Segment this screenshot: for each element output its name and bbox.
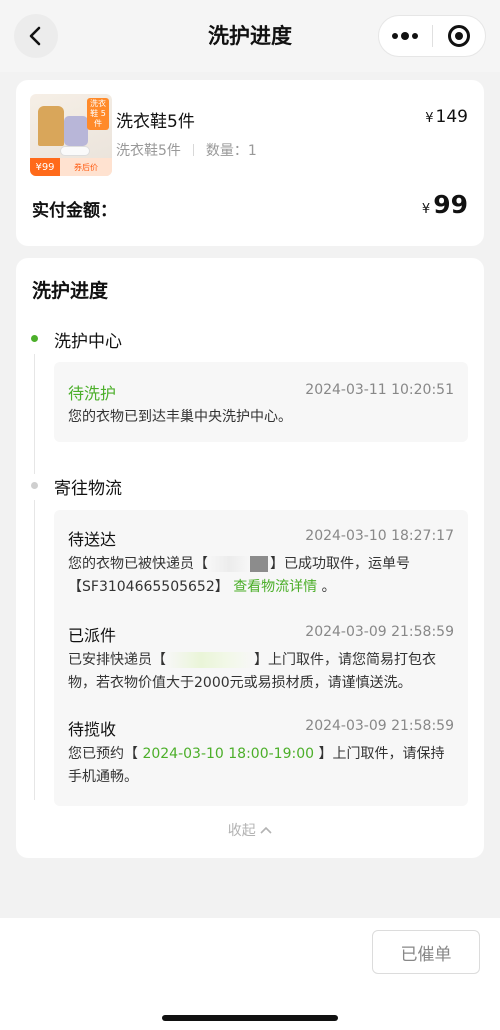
stage-dot-active: [31, 335, 38, 342]
redacted-name: [208, 556, 250, 572]
timeline-line: [34, 500, 35, 800]
home-indicator: [162, 1015, 338, 1021]
section-title: 洗护进度: [32, 280, 109, 302]
event-description: 您已预约【 2024-03-10 18:00-19:00 】上门取件，请保持手机…: [68, 743, 448, 789]
stage-dot-inactive: [31, 482, 38, 489]
chevron-up-icon: [260, 826, 272, 834]
more-button[interactable]: [379, 16, 432, 56]
paid-amount-value: 99: [433, 190, 468, 219]
navigation-bar: 洗护进度: [0, 0, 500, 72]
currency-symbol: ¥: [421, 202, 431, 217]
product-meta: 洗衣鞋5件 数量：1: [116, 140, 257, 160]
desc-text: 您已预约【: [68, 746, 138, 762]
collapse-label: 收起: [227, 823, 256, 839]
product-price: ¥149: [425, 107, 468, 127]
redacted-block: [250, 556, 268, 572]
event-time: 2024-03-09 21:58:59: [305, 624, 454, 640]
product-spec: 洗衣鞋5件: [116, 143, 181, 159]
machine-illustration: [64, 116, 88, 146]
product-name: 洗衣鞋5件: [116, 112, 195, 132]
timeline-line: [34, 354, 35, 474]
event-card: 待洗护 2024-03-11 10:20:51 您的衣物已到达丰巢中央洗护中心。: [54, 362, 468, 442]
desc-text: 已安排快递员【: [68, 652, 166, 668]
collapse-button[interactable]: 收起: [16, 820, 484, 840]
paid-amount-label: 实付金额：: [32, 201, 117, 221]
target-circle-icon: [447, 25, 470, 47]
order-summary-card: 洗衣鞋 5件 ¥99 券后价 洗衣鞋5件 ¥149 洗衣鞋5件 数量：1 实付金…: [16, 80, 484, 246]
stage-label-care-center: 洗护中心: [54, 332, 122, 352]
thumbnail-coupon-label: 券后价: [60, 158, 112, 176]
product-thumbnail[interactable]: 洗衣鞋 5件 ¥99 券后价: [30, 94, 112, 176]
thumbnail-tag: 洗衣鞋 5件: [87, 98, 109, 130]
view-logistics-link[interactable]: 查看物流详情: [233, 579, 317, 595]
miniprogram-capsule: [378, 15, 486, 57]
stage-label-logistics: 寄往物流: [54, 479, 122, 499]
redacted-courier: [166, 652, 254, 668]
close-miniprogram-button[interactable]: [433, 16, 486, 56]
more-dots-icon: [392, 32, 419, 40]
event-group-card: 待送达 2024-03-10 18:27:17 您的衣物已被快递员【 】已成功取件…: [54, 510, 468, 806]
appointment-time: 2024-03-10 18:00-19:00: [142, 746, 315, 762]
event-status: 已派件: [68, 626, 117, 645]
event-time: 2024-03-09 21:58:59: [305, 718, 454, 734]
product-quantity: 数量：1: [205, 143, 257, 159]
paid-amount: ¥99: [422, 190, 468, 219]
thumbnail-price: ¥99: [30, 158, 60, 176]
event-description: 您的衣物已被快递员【 】已成功取件，运单号【SF3104665505652】 查看…: [68, 553, 448, 599]
urge-order-button[interactable]: 已催单: [372, 930, 480, 974]
currency-symbol: ¥: [425, 111, 434, 126]
event-description: 您的衣物已到达丰巢中央洗护中心。: [68, 409, 292, 425]
product-price-value: 149: [435, 107, 468, 127]
care-progress-card: 洗护进度 洗护中心 待洗护 2024-03-11 10:20:51 您的衣物已到…: [16, 258, 484, 858]
event-time: 2024-03-10 18:27:17: [305, 528, 454, 544]
event-time: 2024-03-11 10:20:51: [305, 382, 454, 398]
meta-divider: [192, 144, 194, 156]
shoe-illustration: [60, 146, 90, 156]
coat-illustration: [38, 106, 64, 146]
event-status: 待洗护: [68, 384, 117, 403]
desc-text: 。: [321, 579, 336, 595]
bottom-action-bar: 已催单: [0, 918, 500, 1030]
event-status: 待揽收: [68, 720, 117, 739]
event-status: 待送达: [68, 530, 117, 549]
desc-text: 您的衣物已被快递员【: [68, 556, 208, 572]
event-description: 已安排快递员【 】上门取件，请您简易打包衣物，若衣物价值大于2000元或易损材质，…: [68, 649, 448, 695]
